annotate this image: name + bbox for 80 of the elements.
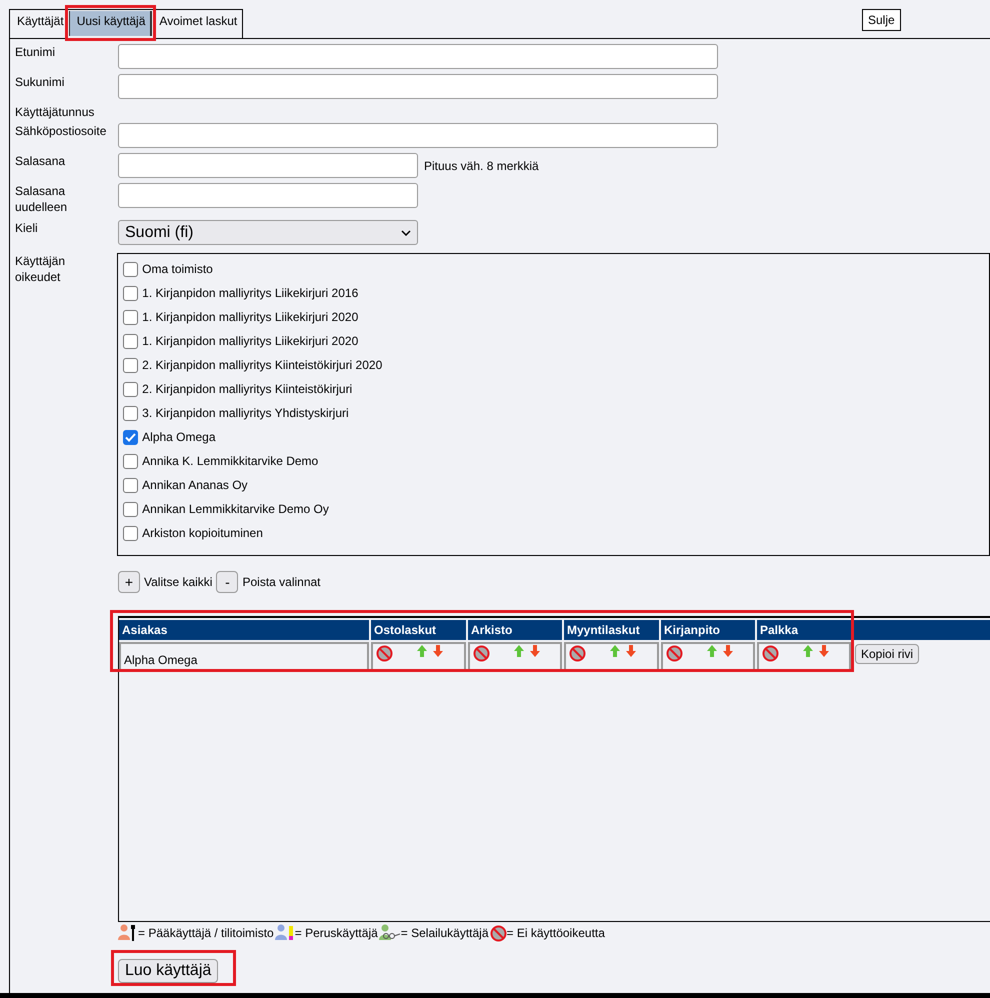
legend-text: = Selailukäyttäjä xyxy=(400,926,489,940)
client-name: 2. Kirjanpidon malliyritys Kiinteistökirjuri xyxy=(142,382,352,396)
field-label: Sähköpostiosoite xyxy=(15,123,108,139)
no-access-icon xyxy=(666,645,683,662)
client-name: 1. Kirjanpidon malliyritys Liikekirjuri 2016 xyxy=(142,286,358,300)
checkbox[interactable] xyxy=(123,334,138,348)
checkbox[interactable] xyxy=(123,382,138,396)
copy-row-button[interactable]: Kopioi rivi xyxy=(855,644,920,664)
admin-user-icon xyxy=(118,924,138,942)
no-access-icon xyxy=(473,645,490,662)
checkbox[interactable] xyxy=(123,262,138,276)
text-field[interactable] xyxy=(118,123,718,148)
down-arrow-icon[interactable] xyxy=(723,645,733,657)
no-access-icon xyxy=(762,645,779,662)
select-all-button[interactable]: + xyxy=(118,571,140,593)
down-arrow-icon[interactable] xyxy=(433,645,443,657)
checkbox[interactable] xyxy=(123,358,138,372)
down-arrow-icon[interactable] xyxy=(626,645,636,657)
field-label: Sukunimi xyxy=(15,74,66,90)
client-name: Oma toimisto xyxy=(142,262,213,276)
up-arrow-icon[interactable] xyxy=(417,645,427,657)
up-arrow-icon[interactable] xyxy=(803,645,813,657)
up-arrow-icon[interactable] xyxy=(707,645,717,657)
no-access-icon xyxy=(490,924,507,942)
no-access-icon xyxy=(376,645,393,662)
checkbox[interactable] xyxy=(123,310,138,324)
basic-user-icon xyxy=(274,924,295,942)
column-header: Palkka xyxy=(757,620,851,640)
create-user-button[interactable]: Luo käyttäjä xyxy=(118,959,218,983)
close-button[interactable]: Sulje xyxy=(862,9,901,31)
client-name: Alpha Omega xyxy=(142,430,216,444)
client-name: Arkiston kopioituminen xyxy=(142,526,263,540)
text-field[interactable] xyxy=(118,44,718,69)
client-name: Annikan Lemmikkitarvike Demo Oy xyxy=(142,502,329,516)
text-field[interactable] xyxy=(118,74,718,99)
viewer-user-icon xyxy=(378,924,401,942)
client-name: Annika K. Lemmikkitarvike Demo xyxy=(142,454,318,468)
password-field[interactable] xyxy=(118,183,418,208)
legend-text: = Peruskäyttäjä xyxy=(294,926,378,940)
checkbox[interactable] xyxy=(123,454,138,468)
field-hint: Pituus väh. 8 merkkiä xyxy=(424,158,539,172)
down-arrow-icon[interactable] xyxy=(530,645,540,657)
client-name: 1. Kirjanpidon malliyritys Liikekirjuri 2020 xyxy=(142,310,358,324)
column-header: Myyntilaskut xyxy=(564,620,659,640)
checkbox[interactable] xyxy=(123,430,138,444)
column-header: Asiakas xyxy=(119,620,369,640)
client-name: 1. Kirjanpidon malliyritys Liikekirjuri 2020 xyxy=(142,334,358,348)
tab[interactable]: Avoimet laskut xyxy=(152,11,242,36)
checkbox[interactable] xyxy=(123,478,138,492)
checkbox[interactable] xyxy=(123,502,138,516)
field-label: Etunimi xyxy=(15,44,56,60)
field-label: Käyttäjän oikeudet xyxy=(15,253,66,285)
column-header: Arkisto xyxy=(468,620,562,640)
chevron-down-icon xyxy=(401,230,411,236)
column-header: Ostolaskut xyxy=(371,620,466,640)
table-cell: Alpha Omega xyxy=(119,642,369,669)
select-all-label: Valitse kaikki xyxy=(144,575,212,589)
language-select[interactable]: Suomi (fi) xyxy=(118,220,418,245)
field-label: Salasana uudelleen xyxy=(15,183,68,215)
client-name: Annikan Ananas Oy xyxy=(142,478,248,492)
legend-text: = Pääkäyttäjä / tilitoimisto xyxy=(138,926,274,940)
field-label: Kieli xyxy=(15,220,39,236)
clear-selection-button[interactable]: - xyxy=(216,571,238,593)
field-label: Käyttäjätunnus xyxy=(15,104,96,120)
checkbox[interactable] xyxy=(123,526,138,540)
tab[interactable]: Uusi käyttäjä xyxy=(68,11,152,36)
column-header: Kirjanpito xyxy=(661,620,755,640)
client-name: 3. Kirjanpidon malliyritys Yhdistyskirjuri xyxy=(142,406,349,420)
checkbox[interactable] xyxy=(123,286,138,300)
client-name: 2. Kirjanpidon malliyritys Kiinteistökirjuri 2020 xyxy=(142,358,382,372)
field-label: Salasana xyxy=(15,153,66,169)
legend-text: = Ei käyttöoikeutta xyxy=(506,926,605,940)
no-access-icon xyxy=(569,645,586,662)
tab[interactable]: Käyttäjät xyxy=(10,11,69,36)
password-field[interactable] xyxy=(118,153,418,178)
up-arrow-icon[interactable] xyxy=(610,645,620,657)
clear-selection-label: Poista valinnat xyxy=(242,575,321,589)
up-arrow-icon[interactable] xyxy=(514,645,524,657)
checkbox[interactable] xyxy=(123,406,138,420)
down-arrow-icon[interactable] xyxy=(819,645,829,657)
